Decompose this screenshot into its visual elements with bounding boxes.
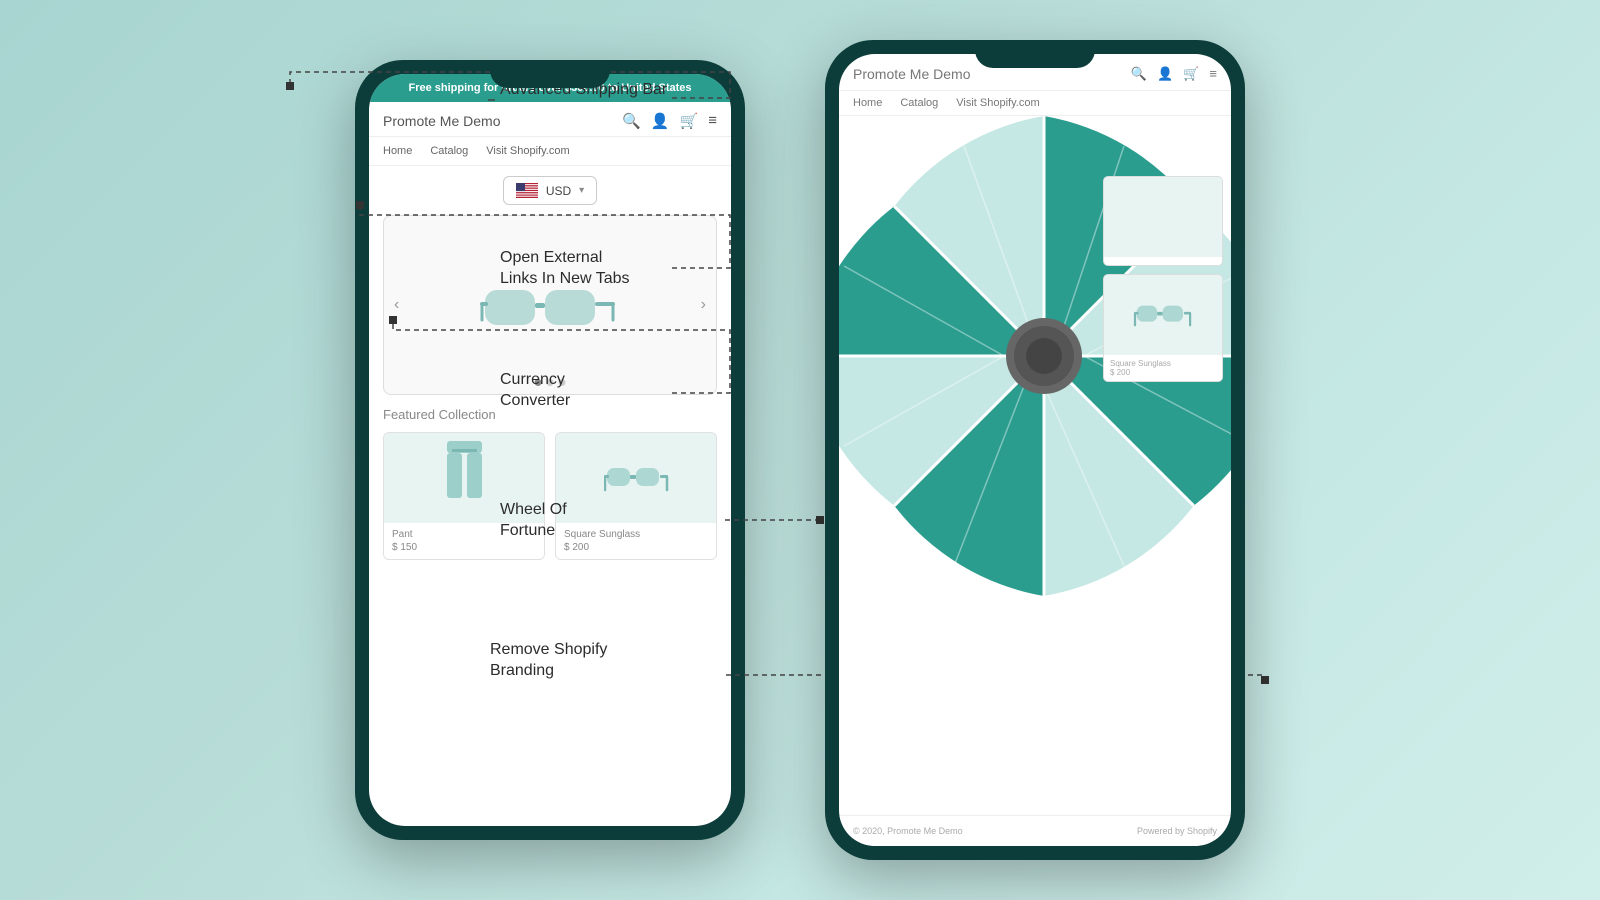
user-icon[interactable]: 👤 <box>651 112 670 130</box>
thumb-card-1[interactable] <box>1103 176 1223 266</box>
right-phone-screen: Promote Me Demo 🔍 👤 🛒 ≡ Home Catalog Vis… <box>839 54 1231 846</box>
left-store-header: Promote Me Demo 🔍 👤 🛒 ≡ <box>369 102 731 137</box>
product-thumbnails: Square Sunglass $ 200 <box>1103 176 1223 390</box>
left-store-title: Promote Me Demo <box>383 113 500 129</box>
shipping-bar-text: Free shipping for orders over $300.00 to… <box>408 82 691 94</box>
right-phone: Promote Me Demo 🔍 👤 🛒 ≡ Home Catalog Vis… <box>825 40 1245 860</box>
shipping-bar: Free shipping for orders over $300.00 to… <box>369 74 731 102</box>
hero-slider: ‹ › <box>383 215 717 395</box>
nav-catalog[interactable]: Catalog <box>430 145 468 157</box>
currency-code: USD <box>546 184 571 198</box>
product-grid: Pant $ 150 <box>383 432 717 560</box>
featured-section: Featured Collection <box>369 395 731 572</box>
currency-box[interactable]: USD ▾ <box>503 176 597 205</box>
annotations: Advanced Shipping Bar Open ExternalLinks… <box>0 0 1600 900</box>
product-price-sunglass: $ 200 <box>564 542 708 553</box>
wheel-container: › <box>839 116 1231 696</box>
footer-copyright: © 2020, Promote Me Demo <box>853 826 963 836</box>
slider-dot-2[interactable] <box>547 379 554 386</box>
product-name-sunglass: Square Sunglass <box>564 529 708 540</box>
product-name-pant: Pant <box>392 529 536 540</box>
right-cart-icon[interactable]: 🛒 <box>1183 66 1199 82</box>
hero-sunglasses-icon <box>480 270 620 340</box>
right-store-header: Promote Me Demo 🔍 👤 🛒 ≡ <box>839 54 1231 91</box>
right-header-icons: 🔍 👤 🛒 ≡ <box>1131 66 1217 82</box>
right-nav-visit-shopify[interactable]: Visit Shopify.com <box>956 97 1039 109</box>
thumb-info-2: Square Sunglass $ 200 <box>1104 355 1222 381</box>
nav-home[interactable]: Home <box>383 145 412 157</box>
right-menu-icon[interactable]: ≡ <box>1209 66 1217 82</box>
footer-powered: Powered by Shopify <box>1137 826 1217 836</box>
right-search-icon[interactable]: 🔍 <box>1131 66 1147 82</box>
search-icon[interactable]: 🔍 <box>622 112 641 130</box>
right-store-nav: Home Catalog Visit Shopify.com <box>839 91 1231 116</box>
annotation-lines <box>0 0 1600 900</box>
nav-visit-shopify[interactable]: Visit Shopify.com <box>486 145 569 157</box>
thumb-image-1 <box>1104 177 1222 257</box>
left-header-icons: 🔍 👤 🛒 ≡ <box>622 112 717 130</box>
main-container: Free shipping for orders over $300.00 to… <box>0 0 1600 900</box>
chevron-down-icon: ▾ <box>579 185 584 196</box>
currency-selector[interactable]: USD ▾ <box>369 166 731 215</box>
slider-dot-1[interactable] <box>535 379 542 386</box>
sunglass-small-icon <box>604 456 669 501</box>
product-card-pant[interactable]: Pant $ 150 <box>383 432 545 560</box>
slider-next-button[interactable]: › <box>701 296 706 314</box>
thumb-info-1 <box>1104 257 1222 265</box>
thumb-price-2: $ 200 <box>1110 368 1216 377</box>
product-info-pant: Pant $ 150 <box>384 523 544 559</box>
left-phone-screen: Free shipping for orders over $300.00 to… <box>369 74 731 826</box>
right-nav-catalog[interactable]: Catalog <box>900 97 938 109</box>
thumb-name-2: Square Sunglass <box>1110 359 1216 368</box>
right-store-title: Promote Me Demo <box>853 66 970 82</box>
right-nav-home[interactable]: Home <box>853 97 882 109</box>
slider-dot-3[interactable] <box>559 379 566 386</box>
featured-title: Featured Collection <box>383 407 717 422</box>
menu-icon[interactable]: ≡ <box>708 112 717 130</box>
right-user-icon[interactable]: 👤 <box>1157 66 1173 82</box>
shipping-amount: $300.00 <box>565 82 605 94</box>
product-info-sunglass: Square Sunglass $ 200 <box>556 523 716 559</box>
left-phone: Free shipping for orders over $300.00 to… <box>355 60 745 840</box>
pants-icon <box>437 441 492 516</box>
product-card-sunglass[interactable]: Square Sunglass $ 200 <box>555 432 717 560</box>
product-image-pant <box>384 433 544 523</box>
product-price-pant: $ 150 <box>392 542 536 553</box>
thumb-sunglass-icon <box>1133 295 1193 335</box>
cart-icon[interactable]: 🛒 <box>680 112 699 130</box>
product-image-sunglass <box>556 433 716 523</box>
left-store-nav: Home Catalog Visit Shopify.com <box>369 137 731 166</box>
thumb-image-2 <box>1104 275 1222 355</box>
right-footer: © 2020, Promote Me Demo Powered by Shopi… <box>839 815 1231 846</box>
slider-prev-button[interactable]: ‹ <box>394 296 399 314</box>
us-flag-icon <box>516 183 538 198</box>
thumb-card-2[interactable]: Square Sunglass $ 200 <box>1103 274 1223 382</box>
